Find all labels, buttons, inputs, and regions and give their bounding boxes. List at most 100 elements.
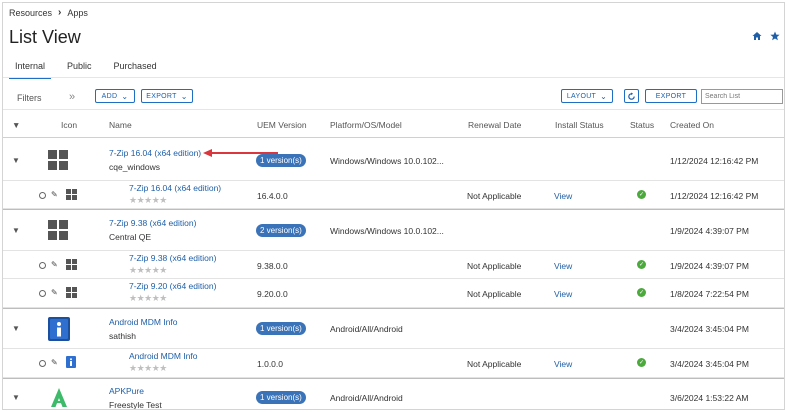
chevron-down-icon: ⌄ <box>121 91 129 101</box>
divider <box>3 77 784 78</box>
app-name-link[interactable]: APKPure <box>109 386 144 396</box>
expand-all-caret-icon[interactable]: ▼ <box>12 120 20 130</box>
add-button-label: ADD <box>101 92 118 100</box>
rating-stars[interactable]: ★★★★★ <box>129 265 167 276</box>
windows-icon <box>48 150 68 170</box>
install-status-view-link[interactable]: View <box>554 261 572 271</box>
table-header: ▼ Icon Name UEM Version Platform/OS/Mode… <box>3 110 784 138</box>
pencil-icon[interactable]: ✎ <box>51 288 58 297</box>
install-status-view-link[interactable]: View <box>554 289 572 299</box>
col-created-on[interactable]: Created On <box>670 120 714 130</box>
rating-stars[interactable]: ★★★★★ <box>129 363 167 374</box>
version-name-link[interactable]: Android MDM Info <box>129 351 198 361</box>
version-name-link[interactable]: 7-Zip 9.38 (x64 edition) <box>129 253 216 263</box>
tab-internal[interactable]: Internal <box>9 59 52 79</box>
search-input[interactable] <box>701 89 783 104</box>
collapse-caret-icon[interactable]: ▼ <box>12 393 20 402</box>
col-uem-version[interactable]: UEM Version <box>257 120 307 130</box>
breadcrumb: Resources › Apps <box>9 7 88 18</box>
check-circle-icon: ✓ <box>637 288 646 297</box>
rating-stars[interactable]: ★★★★★ <box>129 293 167 304</box>
chevron-down-icon: ⌄ <box>180 91 188 101</box>
version-name-link[interactable]: 7-Zip 9.20 (x64 edition) <box>129 281 216 291</box>
versions-badge[interactable]: 1 version(s) <box>256 322 306 335</box>
tab-purchased[interactable]: Purchased <box>108 59 163 79</box>
collapse-caret-icon[interactable]: ▼ <box>12 226 20 235</box>
annotation-arrow <box>203 149 278 157</box>
app-platform: Android/All/Android <box>330 393 403 403</box>
toolbar: Filters » ADD ⌄ EXPORT ⌄ LAYOUT ⌄ EXPORT <box>3 87 784 109</box>
chevron-down-icon: ⌄ <box>600 91 608 101</box>
filters-label[interactable]: Filters <box>17 93 42 103</box>
row-radio[interactable] <box>39 192 46 199</box>
versions-badge[interactable]: 1 version(s) <box>256 391 306 404</box>
table-row[interactable]: ✎ 7-Zip 16.04 (x64 edition) ★★★★★ 16.4.0… <box>3 181 784 209</box>
renewal-date: Not Applicable <box>467 359 522 369</box>
col-install-status[interactable]: Install Status <box>555 120 604 130</box>
renewal-date: Not Applicable <box>467 261 522 271</box>
pencil-icon[interactable]: ✎ <box>51 358 58 367</box>
app-name-link[interactable]: Android MDM Info <box>109 317 178 327</box>
rating-stars[interactable]: ★★★★★ <box>129 195 167 206</box>
table-row[interactable]: ✎ 7-Zip 9.20 (x64 edition) ★★★★★ 9.20.0.… <box>3 279 784 308</box>
tab-public[interactable]: Public <box>61 59 98 79</box>
table-row[interactable]: ▼ APKPure Freestyle Test 1 version(s) An… <box>3 379 784 409</box>
check-circle-icon: ✓ <box>637 190 646 199</box>
versions-badge[interactable]: 2 version(s) <box>256 224 306 237</box>
install-status-view-link[interactable]: View <box>554 359 572 369</box>
app-platform: Windows/Windows 10.0.102... <box>330 156 444 166</box>
row-radio[interactable] <box>39 360 46 367</box>
expand-filters-icon[interactable]: » <box>69 91 75 103</box>
col-platform[interactable]: Platform/OS/Model <box>330 120 402 130</box>
collapse-caret-icon[interactable]: ▼ <box>12 324 20 333</box>
page-title: List View <box>9 27 81 47</box>
info-icon <box>66 356 76 368</box>
table-row[interactable]: ▼ 7-Zip 16.04 (x64 edition) cqe_windows … <box>3 139 784 181</box>
install-status-view-link[interactable]: View <box>554 191 572 201</box>
table-row[interactable]: ▼ Android MDM Info sathish 1 version(s) … <box>3 309 784 349</box>
app-owner: cqe_windows <box>109 162 161 172</box>
export-dropdown-button[interactable]: EXPORT ⌄ <box>141 89 193 103</box>
info-icon <box>48 317 70 341</box>
version-created-on: 1/8/2024 7:22:54 PM <box>670 289 749 299</box>
version-number: 9.20.0.0 <box>257 289 288 299</box>
export-button[interactable]: EXPORT <box>645 89 697 103</box>
check-circle-icon: ✓ <box>637 358 646 367</box>
col-renewal-date[interactable]: Renewal Date <box>468 120 521 130</box>
app-platform: Android/All/Android <box>330 324 403 334</box>
add-button[interactable]: ADD ⌄ <box>95 89 135 103</box>
star-icon[interactable] <box>770 31 780 44</box>
app-owner: sathish <box>109 331 136 341</box>
col-status[interactable]: Status <box>630 120 654 130</box>
windows-icon <box>66 287 77 298</box>
export2-button-label: EXPORT <box>655 92 687 100</box>
row-radio[interactable] <box>39 290 46 297</box>
home-icon[interactable] <box>752 31 762 44</box>
check-circle-icon: ✓ <box>637 260 646 269</box>
table-row[interactable]: ✎ 7-Zip 9.38 (x64 edition) ★★★★★ 9.38.0.… <box>3 251 784 279</box>
renewal-date: Not Applicable <box>467 289 522 299</box>
app-created-on: 3/4/2024 3:45:04 PM <box>670 324 749 334</box>
windows-icon <box>66 189 77 200</box>
refresh-icon <box>628 91 635 100</box>
row-radio[interactable] <box>39 262 46 269</box>
version-number: 16.4.0.0 <box>257 191 288 201</box>
breadcrumb-resources[interactable]: Resources <box>9 8 52 18</box>
app-list-view: Resources › Apps List View Internal Publ… <box>2 2 785 410</box>
refresh-button[interactable] <box>624 89 639 103</box>
pencil-icon[interactable]: ✎ <box>51 260 58 269</box>
layout-button[interactable]: LAYOUT ⌄ <box>561 89 613 103</box>
col-icon[interactable]: Icon <box>61 120 77 130</box>
app-platform: Windows/Windows 10.0.102... <box>330 226 444 236</box>
table-row[interactable]: ✎ Android MDM Info ★★★★★ 1.0.0.0 Not App… <box>3 349 784 378</box>
table-row[interactable]: ▼ 7-Zip 9.38 (x64 edition) Central QE 2 … <box>3 210 784 251</box>
version-created-on: 3/4/2024 3:45:04 PM <box>670 359 749 369</box>
breadcrumb-apps[interactable]: Apps <box>67 8 88 18</box>
app-name-link[interactable]: 7-Zip 16.04 (x64 edition) <box>109 148 201 158</box>
version-name-link[interactable]: 7-Zip 16.04 (x64 edition) <box>129 183 221 193</box>
col-name[interactable]: Name <box>109 120 132 130</box>
app-name-link[interactable]: 7-Zip 9.38 (x64 edition) <box>109 218 196 228</box>
collapse-caret-icon[interactable]: ▼ <box>12 156 20 165</box>
pencil-icon[interactable]: ✎ <box>51 190 58 199</box>
version-number: 1.0.0.0 <box>257 359 283 369</box>
